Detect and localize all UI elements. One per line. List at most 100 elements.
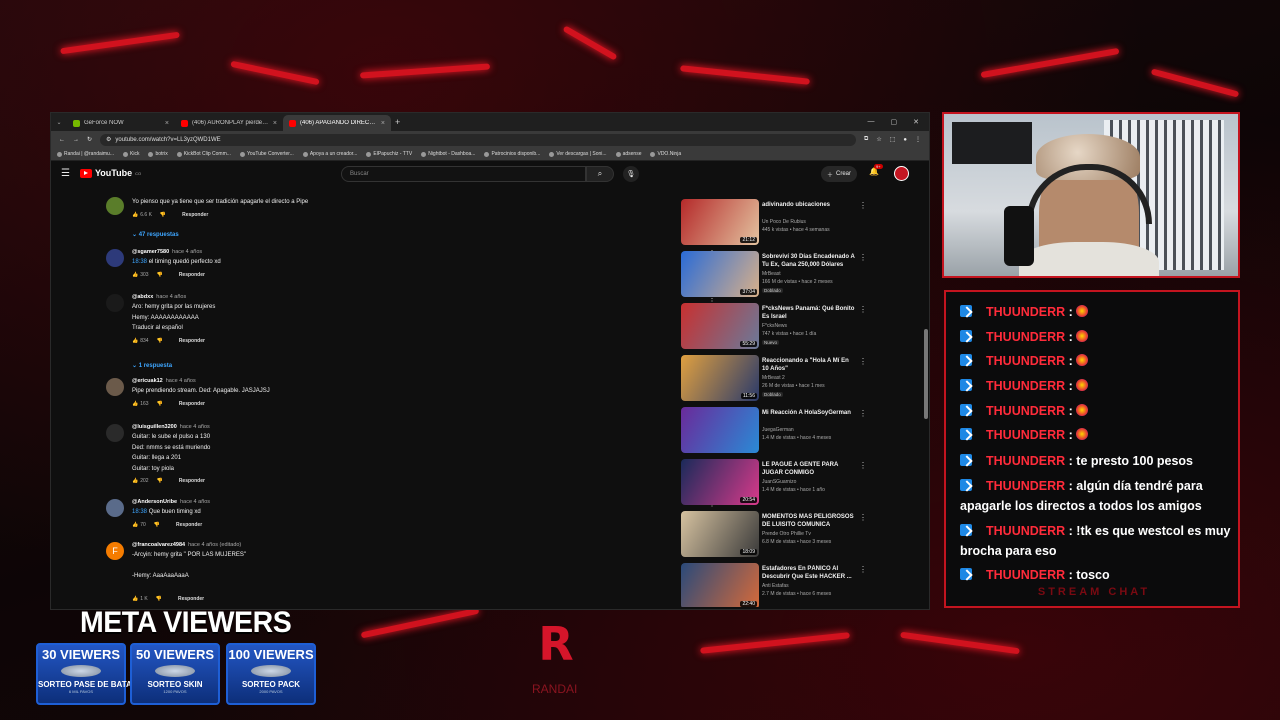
comment-author[interactable]: @abdxx — [132, 294, 153, 300]
bookmark-item[interactable]: ElPapuchiz - TTV — [366, 151, 412, 157]
tab-apagando-directo[interactable]: (406) APAGANDO DIRECTO × — [283, 115, 391, 131]
bookmark-star-icon[interactable]: ☆ — [876, 136, 881, 143]
video-title[interactable]: Sobreviví 30 Días Encadenado A Tu Ex, Ga… — [762, 253, 857, 269]
youtube-logo[interactable]: YouTube CO — [79, 168, 141, 178]
thumbs-down-icon[interactable]: 👎 — [154, 522, 160, 528]
bookmark-item[interactable]: Ver descargas | Soni... — [549, 151, 607, 157]
thumbs-down-icon[interactable]: 👎 — [157, 401, 163, 407]
video-menu-icon[interactable]: ⋮ — [859, 305, 867, 314]
video-thumbnail[interactable]: 21:12 — [681, 199, 759, 245]
avatar[interactable] — [106, 499, 124, 517]
video-menu-icon[interactable]: ⋮ — [859, 461, 867, 470]
video-title[interactable]: Estafadores En PÁNICO Al Descubrir Que E… — [762, 565, 857, 581]
search-input[interactable]: Buscar — [341, 166, 586, 182]
replies-toggle[interactable]: ⌄ 47 respuestas — [132, 231, 179, 238]
bookmark-item[interactable]: botrix — [148, 151, 168, 157]
avatar[interactable]: F — [106, 542, 124, 560]
bookmark-item[interactable]: Kick — [123, 151, 139, 157]
video-channel[interactable]: Prende Otro Phillie Tv — [762, 531, 811, 537]
comment-author[interactable]: @luisguillen3200 — [132, 424, 177, 430]
install-icon[interactable]: ⧉ — [864, 136, 868, 143]
related-video[interactable]: 22:40 Estafadores En PÁNICO Al Descubrir … — [681, 563, 881, 607]
like-button[interactable]: 👍 834 — [132, 338, 149, 344]
avatar[interactable] — [106, 249, 124, 267]
avatar[interactable] — [106, 424, 124, 442]
menu-icon[interactable]: ⋮ — [915, 136, 921, 143]
bookmark-item[interactable]: YouTube Converter... — [239, 151, 294, 157]
thumbs-down-icon[interactable]: 👎 — [156, 596, 162, 602]
reply-button[interactable]: Responder — [179, 478, 205, 484]
comment-timestamp-link[interactable]: 18:38 — [132, 259, 147, 265]
profile-icon[interactable]: ● — [903, 137, 907, 143]
video-thumbnail[interactable]: 37:04 — [681, 251, 759, 297]
extensions-icon[interactable]: ⬚ — [890, 136, 896, 143]
video-thumbnail[interactable]: 20:54 — [681, 459, 759, 505]
video-menu-icon[interactable]: ⋮ — [859, 357, 867, 366]
back-icon[interactable]: ← — [59, 137, 65, 143]
like-button[interactable]: 👍 1 K — [132, 596, 148, 602]
video-channel[interactable]: MrBeast 2 — [762, 375, 785, 381]
bookmark-item[interactable]: VDO.Ninja — [650, 151, 681, 157]
comment-author[interactable]: @sgamer7580 — [132, 249, 169, 255]
close-window-icon[interactable]: ✕ — [913, 118, 919, 126]
like-button[interactable]: 👍 303 — [132, 272, 149, 278]
close-icon[interactable]: × — [165, 120, 169, 127]
video-thumbnail[interactable]: 11:56 — [681, 355, 759, 401]
video-thumbnail[interactable]: 22:40 — [681, 563, 759, 607]
video-title[interactable]: LE PAGUÉ A GENTE PARA JUGAR CONMIGO — [762, 461, 857, 477]
video-channel[interactable]: Un Poco De Rubius — [762, 219, 806, 225]
bookmark-item[interactable]: KickBot Clip Comm... — [176, 151, 231, 157]
bookmark-item[interactable]: Nightbot - Dashboa... — [421, 151, 475, 157]
avatar[interactable] — [106, 378, 124, 396]
video-title[interactable]: Mi Reacción A HolaSoyGerman — [762, 409, 857, 417]
thumbs-down-icon[interactable]: 👎 — [157, 338, 163, 344]
video-menu-icon[interactable]: ⋮ — [859, 513, 867, 522]
thumbs-down-icon[interactable]: 👎 — [157, 478, 163, 484]
like-button[interactable]: 👍 6.6 K — [132, 212, 152, 218]
forward-icon[interactable]: → — [73, 137, 79, 143]
close-icon[interactable]: × — [381, 120, 385, 127]
related-video[interactable]: 20:54 LE PAGUÉ A GENTE PARA JUGAR CONMIGO… — [681, 459, 881, 507]
page-scrollbar[interactable] — [923, 189, 929, 607]
new-tab-icon[interactable]: + — [395, 117, 400, 127]
url-field[interactable]: ⚙ youtube.com/watch?v=LL3yzQWD1WE — [100, 133, 857, 146]
avatar[interactable] — [106, 197, 124, 215]
like-button[interactable]: 👍 202 — [132, 478, 149, 484]
related-video[interactable]: Mi Reacción A HolaSoyGerman JuegaGerman 1.… — [681, 407, 881, 455]
notifications-button[interactable]: 🔔 9+ — [869, 164, 883, 176]
comment-timestamp-link[interactable]: 18:38 — [132, 509, 147, 515]
hamburger-menu-icon[interactable]: ☰ — [61, 168, 70, 179]
related-video[interactable]: 21:12 adivinando ubicaciones Un Poco De Ru… — [681, 199, 881, 247]
thumbs-down-icon[interactable]: 👎 — [160, 212, 166, 218]
minimize-icon[interactable]: — — [868, 118, 875, 126]
video-channel[interactable]: F*cksNews — [762, 323, 787, 329]
reply-button[interactable]: Responder — [179, 401, 205, 407]
tab-geforce[interactable]: GeForce NOW × — [67, 115, 175, 131]
like-button[interactable]: 👍 163 — [132, 401, 149, 407]
video-channel[interactable]: Anti Estafas — [762, 583, 789, 589]
bookmark-item[interactable]: Patrocinios disponib... — [484, 151, 540, 157]
create-button[interactable]: ＋ Crear — [821, 166, 858, 182]
video-channel[interactable]: JuanSGuarnizo — [762, 479, 796, 485]
video-menu-icon[interactable]: ⋮ — [859, 201, 867, 210]
reply-button[interactable]: Responder — [182, 212, 208, 218]
video-title[interactable]: F*cksNews Panamá: Qué Bonito Es Israel — [762, 305, 857, 321]
scrollbar-thumb[interactable] — [924, 329, 928, 419]
voice-search-button[interactable]: 🎙 — [623, 166, 639, 182]
comment-author[interactable]: @francoalvarez4984 — [132, 542, 185, 548]
reload-icon[interactable]: ↻ — [87, 136, 92, 143]
tab-search-icon[interactable]: ⌄ — [51, 119, 67, 126]
video-channel[interactable]: JuegaGerman — [762, 427, 794, 433]
video-menu-icon[interactable]: ⋮ — [859, 409, 867, 418]
search-button[interactable]: ⌕ — [586, 166, 614, 182]
related-video[interactable]: 18:09 MOMENTOS MÁS PELIGROSOS DE LUISITO … — [681, 511, 881, 559]
video-thumbnail[interactable]: 18:09 — [681, 511, 759, 557]
avatar[interactable] — [106, 294, 124, 312]
account-avatar[interactable] — [894, 166, 909, 181]
related-video[interactable]: 37:04 Sobreviví 30 Días Encadenado A Tu E… — [681, 251, 881, 299]
thumbs-down-icon[interactable]: 👎 — [157, 272, 163, 278]
related-video[interactable]: 55:29 F*cksNews Panamá: Qué Bonito Es Isr… — [681, 303, 881, 351]
comment-author[interactable]: @ericuak12 — [132, 378, 163, 384]
like-button[interactable]: 👍 70 — [132, 522, 146, 528]
video-title[interactable]: adivinando ubicaciones — [762, 201, 857, 209]
